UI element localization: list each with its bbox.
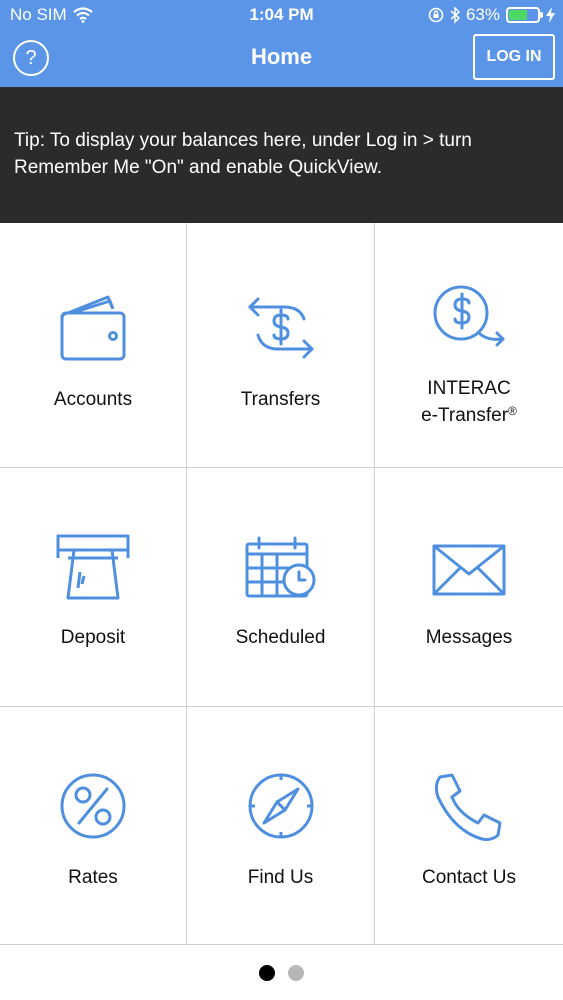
tile-messages[interactable]: Messages (375, 468, 563, 707)
tile-scheduled[interactable]: Scheduled (187, 468, 375, 707)
tip-banner: Tip: To display your balances here, unde… (0, 87, 563, 223)
app-header: No SIM 1:04 PM 63% ? Home LOG IN (0, 0, 563, 87)
battery-percent: 63% (465, 5, 500, 24)
tile-rates[interactable]: Rates (0, 707, 187, 945)
battery-tip (540, 12, 543, 18)
page-dot-2[interactable] (288, 964, 304, 981)
nav-bar: ? Home LOG IN (0, 30, 563, 87)
page-dot-1[interactable] (259, 964, 275, 981)
percent-icon (60, 773, 126, 839)
tile-label: Contact Us (422, 867, 516, 888)
battery-icon (506, 7, 543, 23)
tile-transfers[interactable]: Transfers (187, 223, 375, 468)
page-indicator[interactable] (0, 945, 563, 1000)
tile-contact-us[interactable]: Contact Us (375, 707, 563, 945)
login-button[interactable]: LOG IN (473, 34, 555, 80)
tile-label: Messages (425, 627, 513, 648)
compass-icon (248, 773, 313, 839)
calendar-clock-icon (245, 536, 315, 598)
wallet-icon (60, 295, 126, 361)
status-right: 63% (428, 5, 555, 25)
bluetooth-icon (450, 6, 460, 24)
tile-deposit[interactable]: Deposit (0, 468, 187, 707)
envelope-icon (432, 544, 506, 596)
orientation-lock-icon (428, 7, 444, 23)
tile-accounts[interactable]: Accounts (0, 223, 187, 468)
tile-label: Scheduled (235, 627, 326, 648)
battery-level-fill (509, 10, 527, 20)
tile-label: INTERAC e-Transfer® (375, 378, 563, 427)
tile-label: Rates (68, 867, 118, 888)
status-bar: No SIM 1:04 PM 63% (0, 0, 563, 30)
tile-find-us[interactable]: Find Us (187, 707, 375, 945)
tile-label: Find Us (247, 867, 314, 888)
tile-interac-etransfer[interactable]: INTERAC e-Transfer® (375, 223, 563, 468)
tile-label: Deposit (60, 627, 126, 648)
tile-label: Accounts (53, 389, 133, 410)
atm-deposit-icon (56, 534, 130, 600)
interac-line-1: INTERAC (427, 378, 511, 399)
registered-mark: ® (508, 404, 517, 418)
tile-label: Transfers (240, 389, 321, 410)
transfer-dollar-icon (248, 297, 313, 359)
phone-icon (434, 773, 502, 841)
tip-text: Tip: To display your balances here, unde… (14, 130, 472, 178)
charging-bolt-icon (546, 7, 555, 23)
menu-grid: Accounts Transfers INTERAC e-Transfer® D… (0, 223, 563, 945)
interac-etransfer-text: e-Transfer (421, 405, 509, 426)
send-money-icon (433, 285, 505, 347)
interac-line-2: e-Transfer® (375, 400, 563, 427)
